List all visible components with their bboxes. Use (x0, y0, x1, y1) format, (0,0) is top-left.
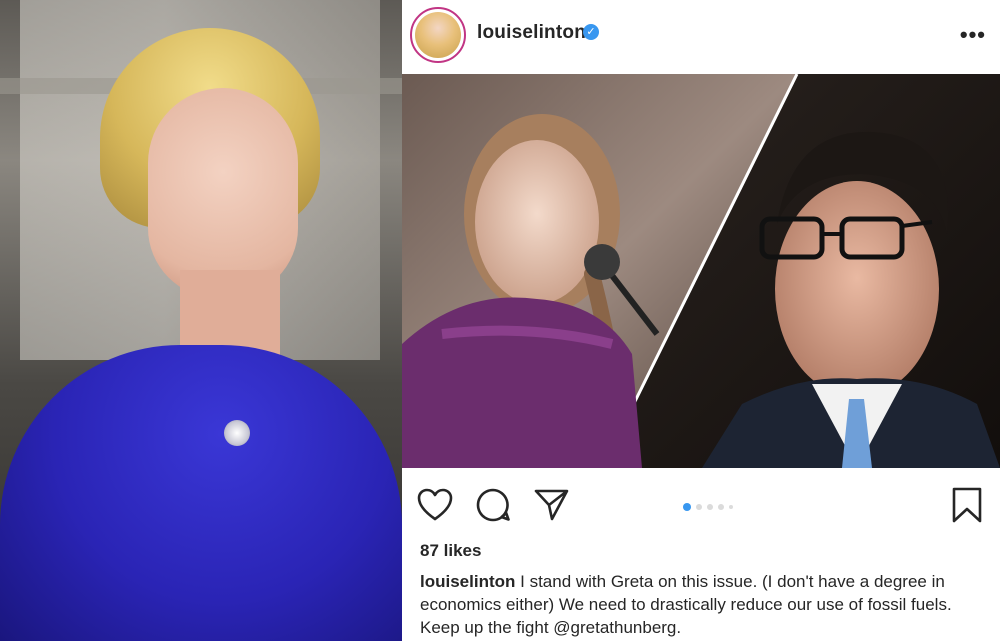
caption-username[interactable]: louiselinton (420, 572, 515, 591)
post-username[interactable]: louiselinton (477, 22, 586, 44)
post-caption: louiselinton I stand with Greta on this … (420, 570, 992, 639)
paper-plane-icon[interactable] (532, 486, 570, 524)
person-blue-dress (0, 345, 402, 641)
person-face (148, 88, 298, 298)
likes-count[interactable]: 87 likes (420, 541, 481, 561)
more-options-icon[interactable]: ••• (960, 22, 986, 48)
verified-badge-icon: ✓ (583, 24, 599, 40)
microphone (584, 244, 620, 280)
instagram-post: louiselinton ✓ ••• 87 likes louiselinton… (402, 0, 1000, 641)
post-header: louiselinton ✓ ••• (402, 0, 1000, 74)
brooch (224, 420, 250, 446)
carousel-dot (707, 504, 713, 510)
bookmark-icon[interactable] (948, 486, 986, 524)
post-image-graphic (402, 74, 1000, 468)
carousel-dot (718, 504, 724, 510)
girl-face (475, 140, 599, 304)
avatar[interactable] (410, 7, 466, 63)
carousel-indicator (683, 503, 733, 511)
heart-icon[interactable] (416, 486, 454, 524)
carousel-dot-active (683, 503, 691, 511)
carousel-dot (696, 504, 702, 510)
post-actions (402, 468, 1000, 538)
avatar-image (415, 12, 461, 58)
left-photo (0, 0, 402, 641)
man-face (775, 181, 939, 397)
comment-icon[interactable] (474, 486, 512, 524)
post-image[interactable] (402, 74, 1000, 468)
carousel-dot (729, 505, 733, 509)
